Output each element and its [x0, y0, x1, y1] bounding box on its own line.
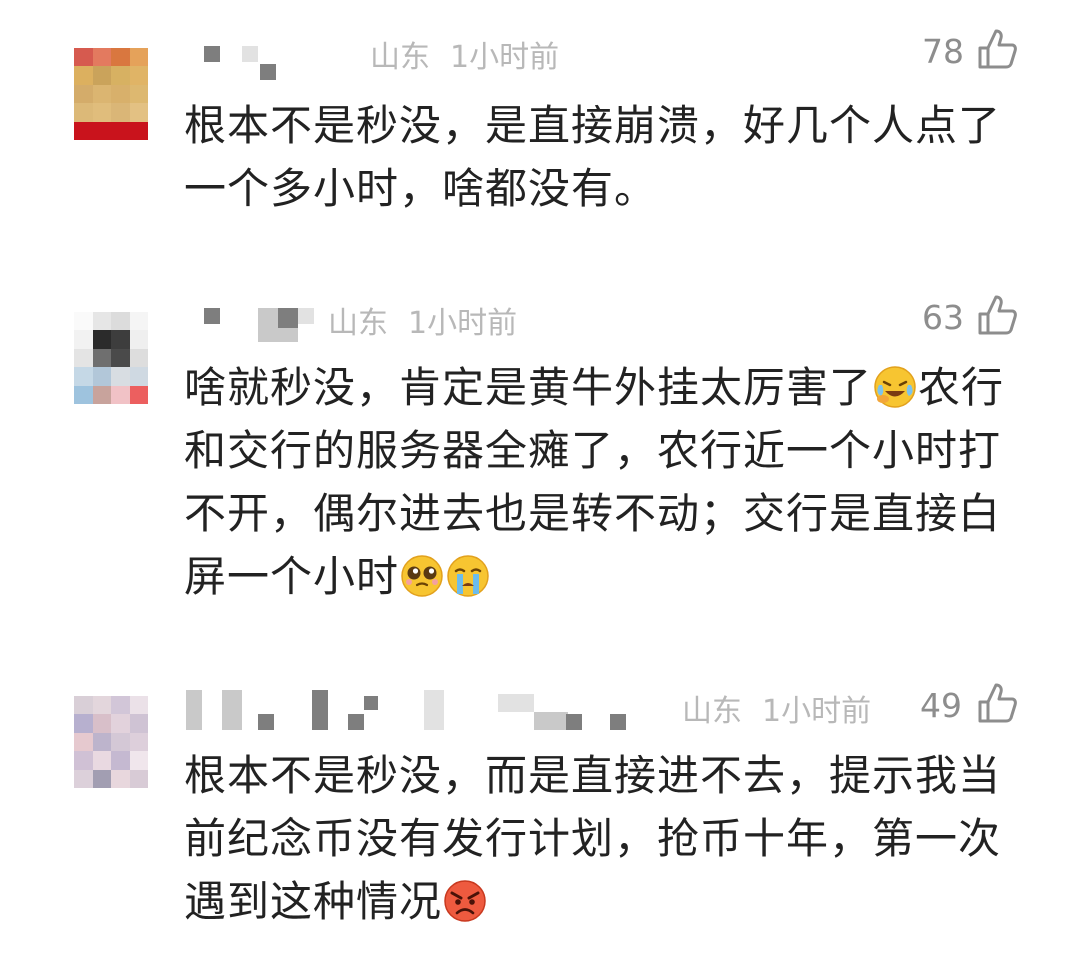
thumbs-up-icon[interactable]	[977, 28, 1017, 70]
comment-text-part: 根本不是秒没，而是直接进不去，提示我当前纪念币没有发行计划，抢币十年，第一次遇到…	[184, 751, 1002, 926]
timestamp: 1小时前	[762, 694, 872, 729]
comment-item: 山东 1小时前 78 根本不是秒没，是直接崩溃，好几个人点了一个多小时，啥都没有。	[0, 28, 1080, 218]
thumbs-up-icon[interactable]	[977, 682, 1017, 724]
crying-laughing-emoji	[874, 366, 916, 408]
avatar[interactable]	[74, 48, 148, 140]
avatar[interactable]	[74, 696, 148, 788]
timestamp: 1小时前	[450, 40, 560, 75]
thumbs-up-icon[interactable]	[977, 294, 1017, 336]
comment-item: 山东 1小时前 63 啥就秒没，肯定是黄牛外挂太厉害了 农行和交行的服务器全瘫了，…	[0, 294, 1080, 614]
comment-meta: 山东 1小时前	[328, 298, 517, 342]
comment-text: 根本不是秒没，而是直接进不去，提示我当前纪念币没有发行计划，抢币十年，第一次遇到…	[184, 744, 1014, 933]
location: 山东	[682, 694, 742, 729]
comment-meta: 山东 1小时前	[370, 32, 559, 76]
comment-text-part: 啥就秒没，肯定是黄牛外挂太厉害了	[184, 363, 873, 412]
comment-meta: 山东 1小时前	[682, 686, 871, 730]
crying-emoji	[447, 555, 489, 597]
comment-item: 山东 1小时前 49 根本不是秒没，而是直接进不去，提示我当前纪念币没有发行计划，…	[0, 682, 1080, 942]
pleading-emoji	[401, 555, 443, 597]
like-count: 78	[922, 32, 964, 71]
timestamp: 1小时前	[408, 306, 518, 341]
angry-emoji	[444, 880, 486, 922]
avatar[interactable]	[74, 312, 148, 404]
location: 山东	[328, 306, 388, 341]
username-censored[interactable]	[186, 682, 636, 730]
username-censored[interactable]	[186, 28, 306, 80]
location: 山东	[370, 40, 430, 75]
username-censored[interactable]	[186, 294, 326, 342]
comment-text: 根本不是秒没，是直接崩溃，好几个人点了一个多小时，啥都没有。	[184, 101, 1002, 213]
like-count: 49	[920, 686, 962, 725]
like-count: 63	[922, 298, 964, 337]
comment-text: 啥就秒没，肯定是黄牛外挂太厉害了 农行和交行的服务器全瘫了，农行近一个小时打不开…	[184, 356, 1014, 608]
